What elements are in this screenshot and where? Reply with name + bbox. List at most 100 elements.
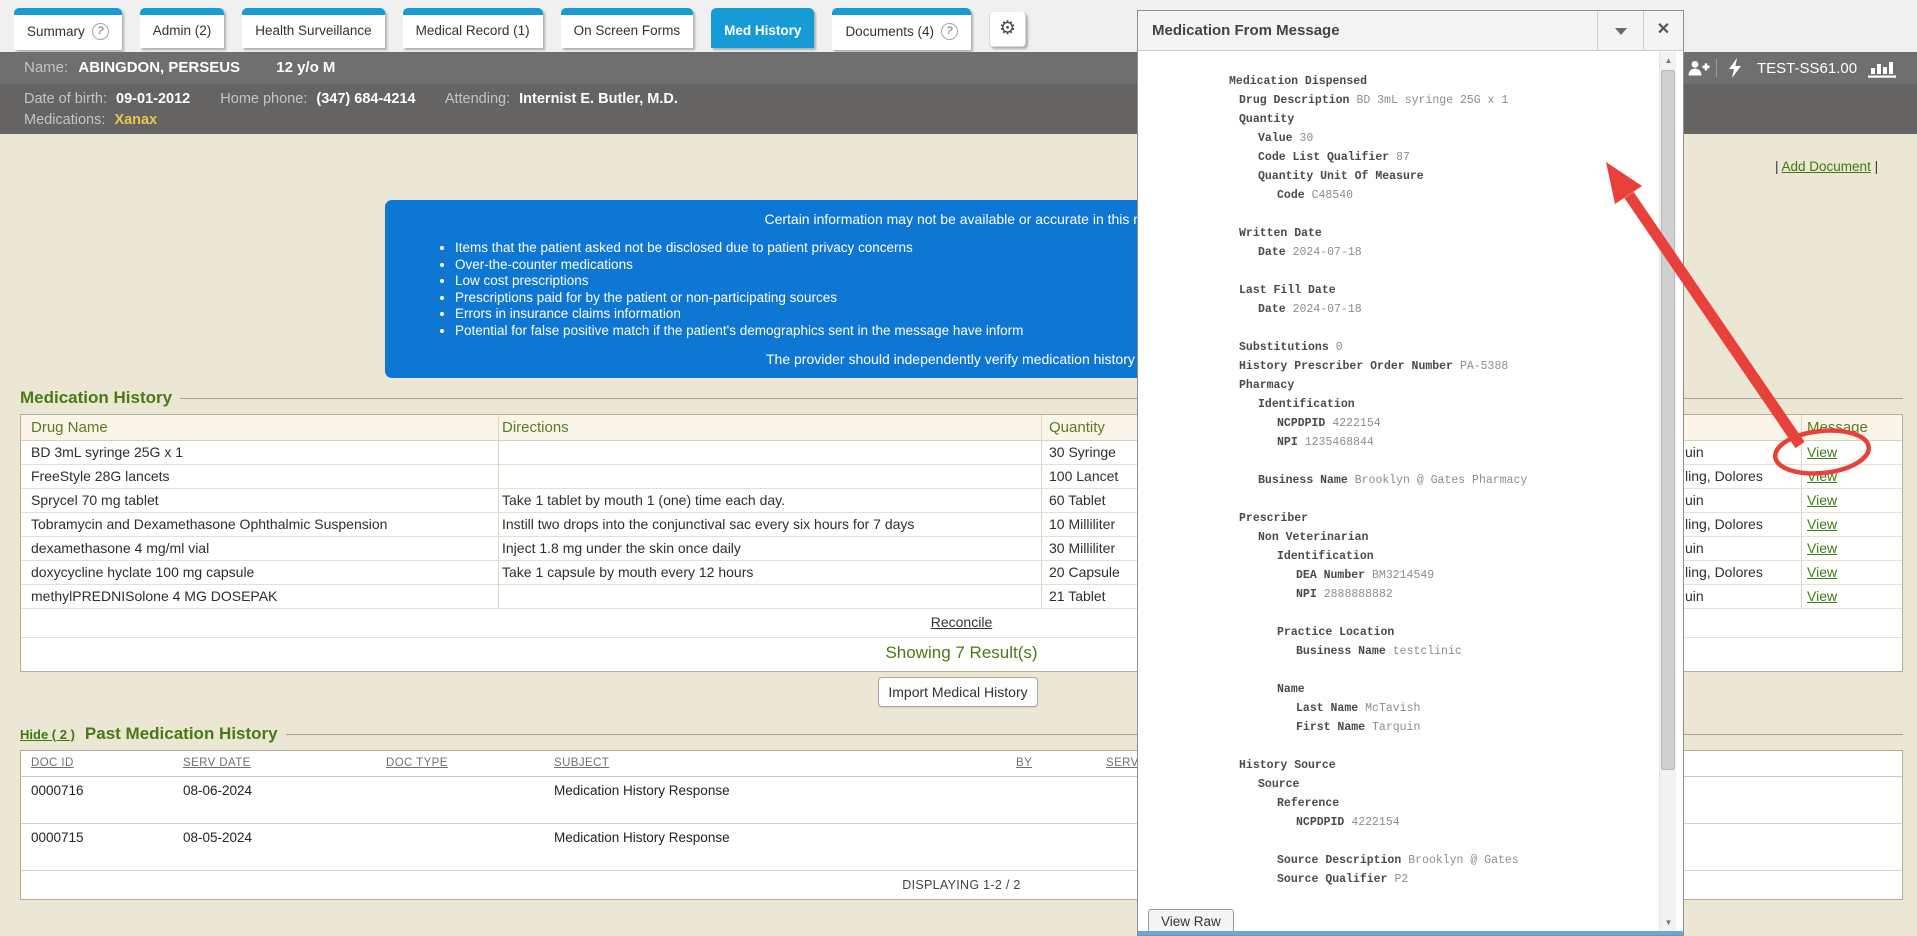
hide-link[interactable]: Hide ( 2 ) [20, 727, 75, 742]
field-value: P2 [1394, 873, 1408, 886]
tab-label: Summary [27, 24, 85, 39]
field-label: Date [1258, 303, 1286, 316]
scroll-up-icon[interactable] [1660, 52, 1677, 69]
dialog-scrollbar[interactable] [1659, 52, 1676, 931]
field-label: First Name [1296, 721, 1365, 734]
col-doc-type[interactable]: DOC TYPE [386, 757, 448, 769]
field-label: NPI [1277, 436, 1298, 449]
prescriber-cell: uin [1685, 444, 1704, 460]
field-label: Non Veterinarian [1258, 531, 1368, 544]
col-serv-date[interactable]: SERV DATE [183, 757, 251, 769]
tab-label: Health Surveillance [255, 23, 371, 38]
col-by[interactable]: BY [1016, 757, 1032, 769]
view-message-link[interactable]: View [1807, 564, 1837, 580]
tab-on-screen-forms[interactable]: On Screen Forms [561, 8, 694, 48]
quantity-cell: 30 Syringe [1049, 444, 1116, 460]
medications-value[interactable]: Xanax [114, 112, 157, 128]
gear-icon[interactable] [989, 12, 1026, 47]
add-person-icon[interactable] [1686, 52, 1710, 84]
column-divider [498, 415, 499, 609]
medication-from-message-dialog: Medication From Message Medication Dispe… [1137, 10, 1684, 936]
tab-label: Med History [724, 23, 801, 38]
patient-age-sex: 12 y/o M [276, 59, 335, 76]
header-toolbar: TEST-SS61.00 [1684, 52, 1917, 84]
doc-id-cell: 0000716 [31, 783, 84, 798]
col-doc-id[interactable]: DOC ID [31, 757, 74, 769]
col-drug-name: Drug Name [31, 419, 108, 436]
field-value: testclinic [1393, 645, 1462, 658]
medications-label: Medications: [24, 112, 105, 128]
drug-name-cell: Sprycel 70 mg tablet [31, 492, 159, 508]
field-value: 4222154 [1332, 417, 1380, 430]
field-label: Medication Dispensed [1229, 75, 1367, 88]
doc-id-cell: 0000715 [31, 830, 84, 845]
dob-label: Date of birth: [24, 91, 107, 107]
field-value: McTavish [1365, 702, 1420, 715]
tab-bar-tabs: Summary Admin (2) Health Surveillance Me… [14, 8, 1026, 50]
drug-name-cell: dexamethasone 4 mg/ml vial [31, 540, 209, 556]
field-value: 30 [1300, 132, 1314, 145]
drug-name-cell: BD 3mL syringe 25G x 1 [31, 444, 183, 460]
field-label: NCPDPID [1296, 816, 1344, 829]
prescriber-cell: ling, Dolores [1685, 468, 1763, 484]
import-medical-history-button[interactable]: Import Medical History [878, 677, 1038, 707]
help-icon[interactable] [92, 23, 109, 40]
tab-summary[interactable]: Summary [14, 8, 122, 50]
serv-date-cell: 08-06-2024 [183, 783, 252, 798]
prescriber-cell: uin [1685, 540, 1704, 556]
field-label: Substitutions [1239, 341, 1329, 354]
field-label: Source Qualifier [1277, 873, 1387, 886]
tab-admin[interactable]: Admin (2) [140, 8, 225, 48]
field-label: Code List Qualifier [1258, 151, 1389, 164]
field-label: Last Fill Date [1239, 284, 1336, 297]
field-label: Code [1277, 189, 1305, 202]
view-message-link[interactable]: View [1807, 444, 1837, 460]
field-label: Identification [1277, 550, 1374, 563]
chart-icon[interactable] [1868, 52, 1898, 84]
add-document-link[interactable]: Add Document [1782, 159, 1871, 174]
tab-med-history[interactable]: Med History [711, 8, 814, 48]
tab-documents[interactable]: Documents (4) [832, 8, 971, 50]
field-value: 0 [1336, 341, 1343, 354]
view-message-link[interactable]: View [1807, 492, 1837, 508]
scrollbar-thumb[interactable] [1661, 70, 1675, 770]
field-label: Source [1258, 778, 1299, 791]
help-icon[interactable] [941, 23, 958, 40]
view-message-link[interactable]: View [1807, 588, 1837, 604]
field-label: Name [1277, 683, 1305, 696]
add-document-area: | Add Document | [1775, 159, 1878, 174]
scroll-down-icon[interactable] [1660, 914, 1677, 931]
prescriber-cell: uin [1685, 588, 1704, 604]
col-subject[interactable]: SUBJECT [554, 757, 609, 769]
chevron-down-icon[interactable] [1597, 11, 1643, 51]
dialog-title: Medication From Message [1152, 11, 1340, 51]
field-value: Tarquin [1372, 721, 1420, 734]
station-id: TEST-SS61.00 [1757, 52, 1857, 84]
field-label: Business Name [1258, 474, 1348, 487]
field-label: Quantity Unit Of Measure [1258, 170, 1424, 183]
lightning-icon[interactable] [1728, 52, 1742, 84]
field-label: Date [1258, 246, 1286, 259]
field-value: 2888888882 [1324, 588, 1393, 601]
quantity-cell: 20 Capsule [1049, 564, 1120, 580]
close-icon[interactable] [1643, 11, 1683, 51]
tab-health-surveillance[interactable]: Health Surveillance [242, 8, 384, 48]
reconcile-link[interactable]: Reconcile [931, 614, 992, 630]
view-message-link[interactable]: View [1807, 516, 1837, 532]
tab-medical-record[interactable]: Medical Record (1) [403, 8, 543, 48]
name-label: Name: [24, 59, 68, 76]
field-label: Drug Description [1239, 94, 1349, 107]
field-label: History Prescriber Order Number [1239, 360, 1453, 373]
field-value: C48540 [1312, 189, 1353, 202]
field-value: 2024-07-18 [1293, 246, 1362, 259]
drug-name-cell: methylPREDNISolone 4 MG DOSEPAK [31, 588, 277, 604]
app-root: Summary Admin (2) Health Surveillance Me… [0, 0, 1917, 936]
field-value: Brooklyn @ Gates Pharmacy [1355, 474, 1528, 487]
quantity-cell: 100 Lancet [1049, 468, 1118, 484]
pipe-right: | [1871, 159, 1878, 174]
message-detail-content: Medication Dispensed Drug DescriptionBD … [1138, 52, 1659, 935]
view-message-link[interactable]: View [1807, 540, 1837, 556]
prescriber-cell: uin [1685, 492, 1704, 508]
view-message-link[interactable]: View [1807, 468, 1837, 484]
dialog-titlebar: Medication From Message [1138, 11, 1683, 51]
